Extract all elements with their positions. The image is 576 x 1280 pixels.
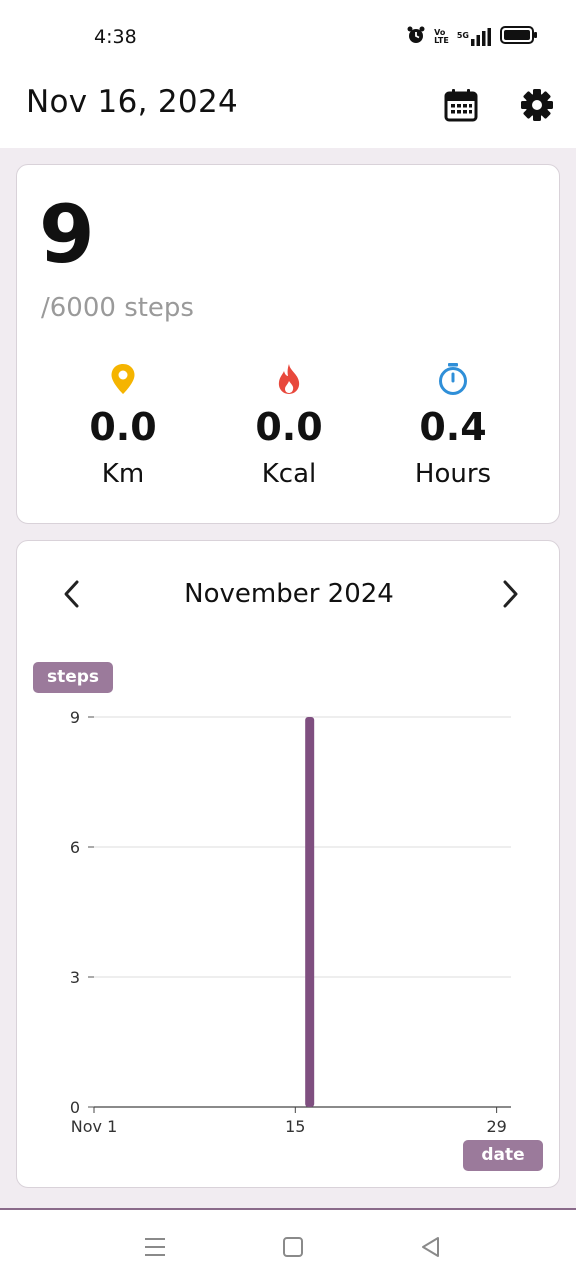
location-pin-icon [53,361,193,397]
battery-icon [500,25,538,49]
y-tick-label: 0 [70,1098,80,1117]
y-axis-badge: steps [33,662,113,693]
status-bar: 4:38 Vo LTE 5G [0,0,576,72]
duration-value: 0.4 [419,405,487,449]
signal-icon: 5G [457,28,492,46]
steps-goal: /6000 steps [41,293,194,323]
bar [305,717,315,1107]
x-tick-label: 29 [486,1117,506,1136]
y-tick-label: 3 [70,968,80,987]
page-title: Nov 16, 2024 [26,84,239,120]
x-axis-badge: date [463,1140,543,1171]
network-type: 5G [456,31,469,40]
distance-metric: 0.0 Km [53,361,193,489]
duration-metric: 0.4 Hours [383,361,523,489]
home-icon[interactable] [280,1234,306,1260]
gear-icon[interactable] [520,88,554,122]
y-tick-label: 6 [70,838,80,857]
status-icons: Vo LTE 5G [406,26,538,48]
distance-unit: Km [101,459,145,489]
distance-value: 0.0 [89,405,157,449]
back-icon[interactable] [418,1234,444,1260]
steps-count: 9 [39,188,95,281]
y-tick-label: 9 [70,708,80,727]
status-time: 4:38 [94,26,137,48]
x-tick-label: Nov 1 [71,1117,118,1136]
stopwatch-icon [383,361,523,397]
menu-icon[interactable] [142,1234,168,1260]
volte-bottom: LTE [434,36,449,45]
steps-chart: 0 3 6 9 Nov 1 15 29 [70,708,511,1136]
app-header: Nov 16, 2024 [0,72,576,148]
x-tick-label: 15 [285,1117,305,1136]
duration-unit: Hours [414,459,492,489]
calories-metric: 0.0 Kcal [219,361,359,489]
summary-card: 9 /6000 steps 0.0 Km 0.0 Kcal 0.4 Hours [16,164,560,524]
calendar-icon[interactable] [444,88,478,122]
system-nav-bar [0,1208,576,1280]
calories-unit: Kcal [261,459,317,489]
calories-value: 0.0 [255,405,323,449]
flame-icon [219,361,359,397]
alarm-icon [406,25,426,49]
volte-icon: Vo LTE [434,29,449,45]
chart-card: November 2024 0 3 6 9 Nov 1 15 29 steps date [16,540,560,1188]
